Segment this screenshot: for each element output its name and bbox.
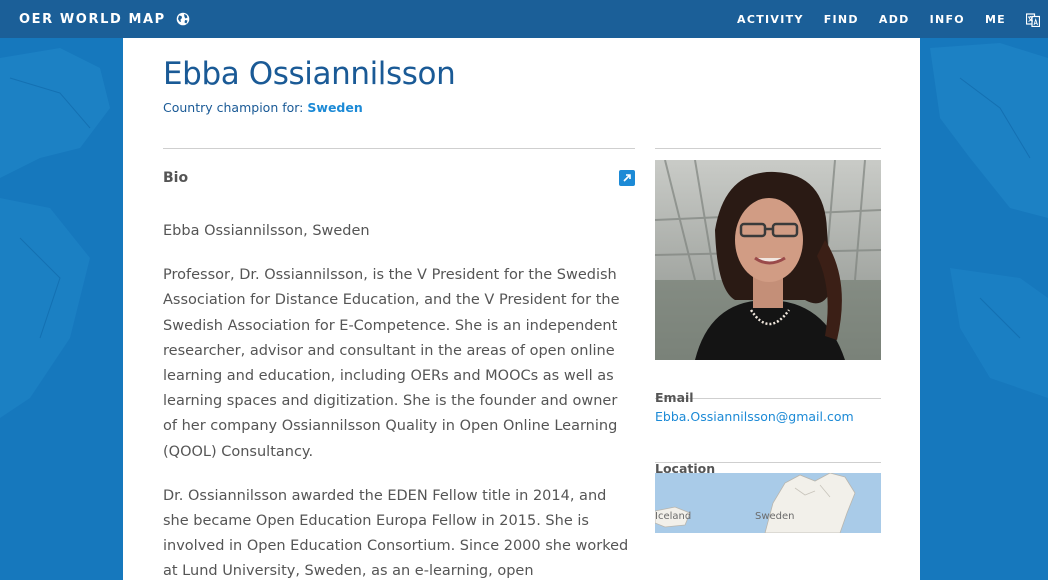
bio-text: Ebba Ossiannilsson, Sweden Professor, Dr… bbox=[163, 219, 635, 580]
page-title: Ebba Ossiannilsson bbox=[163, 56, 456, 92]
profile-photo bbox=[655, 160, 881, 360]
profile-sidebar: Email Ebba.Ossiannilsson@gmail.com Locat… bbox=[655, 148, 881, 533]
bio-paragraph: Dr. Ossiannilsson awarded the EDEN Fello… bbox=[163, 487, 629, 580]
map-label: Sweden bbox=[755, 511, 795, 522]
bio-paragraph: Professor, Dr. Ossiannilsson, is the V P… bbox=[163, 267, 620, 460]
location-block: Location Iceland Sweden bbox=[655, 424, 881, 533]
champion-prefix: Country champion for: bbox=[163, 100, 304, 115]
bio-section: Bio Ebba Ossiannilsson, Sweden Professor… bbox=[163, 148, 635, 580]
location-label: Location bbox=[655, 461, 716, 476]
location-map[interactable]: Iceland Sweden bbox=[655, 473, 881, 533]
champion-line: Country champion for: Sweden bbox=[163, 100, 363, 115]
profile-card: Ebba Ossiannilsson Country champion for:… bbox=[123, 38, 920, 580]
main-nav: ACTIVITY FIND ADD INFO ME bbox=[737, 12, 1041, 28]
brand-home-link[interactable]: OER WORLD MAP bbox=[19, 12, 190, 27]
bio-header: Bio bbox=[163, 149, 635, 209]
bio-paragraph: Ebba Ossiannilsson, Sweden bbox=[163, 223, 370, 239]
nav-add[interactable]: ADD bbox=[879, 13, 910, 26]
language-icon[interactable] bbox=[1025, 12, 1041, 28]
brand-title: OER WORLD MAP bbox=[19, 11, 166, 27]
divider bbox=[655, 148, 881, 149]
nav-find[interactable]: FIND bbox=[824, 13, 859, 26]
nav-me[interactable]: ME bbox=[985, 13, 1006, 26]
champion-country-link[interactable]: Sweden bbox=[307, 100, 362, 115]
external-link-icon[interactable] bbox=[619, 170, 635, 186]
email-link[interactable]: Ebba.Ossiannilsson@gmail.com bbox=[655, 409, 881, 424]
nav-info[interactable]: INFO bbox=[930, 13, 965, 26]
email-block: Email Ebba.Ossiannilsson@gmail.com bbox=[655, 360, 881, 424]
email-label: Email bbox=[655, 390, 694, 405]
globe-icon bbox=[176, 12, 190, 26]
nav-activity[interactable]: ACTIVITY bbox=[737, 13, 804, 26]
bio-heading: Bio bbox=[163, 170, 189, 186]
map-label: Iceland bbox=[655, 511, 692, 522]
top-navigation-bar: OER WORLD MAP ACTIVITY FIND ADD INFO ME bbox=[0, 0, 1048, 38]
